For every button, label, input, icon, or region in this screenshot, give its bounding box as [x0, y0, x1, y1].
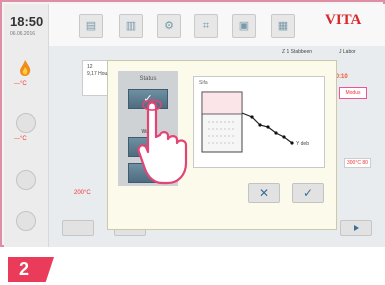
firing-curve-panel: Sifa Y deb	[193, 76, 325, 168]
flame-temp: ---°C	[14, 81, 27, 87]
lift-icon[interactable]	[16, 170, 36, 190]
bottom-temp: 200°C	[74, 190, 91, 196]
power-icon[interactable]	[16, 211, 36, 231]
confirm-button[interactable]: ✓	[292, 183, 324, 203]
info-icon[interactable]: ▦	[271, 14, 295, 38]
chart-icon[interactable]: ⌗	[194, 14, 218, 38]
chart-end-label: Y deb	[296, 141, 309, 147]
settings-icon[interactable]: ⚙	[157, 14, 181, 38]
brand-logo: VITA	[325, 12, 362, 28]
print-button[interactable]	[62, 220, 94, 236]
program-line-1: 12	[87, 64, 93, 70]
sidebar: 18:50 06.06.2016 ---°C ---°C	[4, 4, 49, 247]
play-button[interactable]	[340, 220, 372, 236]
vacuum-icon[interactable]	[16, 113, 36, 133]
firing-icon[interactable]: ▥	[119, 14, 143, 38]
app-screen: 18:50 06.06.2016 ---°C ---°C ▤ ▥ ⚙ ⌗ ▣ ▦…	[0, 0, 385, 247]
firing-curve	[201, 91, 294, 153]
header-info-1: Z 1 Stabbeen	[282, 49, 313, 55]
bottom-strip	[0, 247, 385, 285]
flame-icon[interactable]	[18, 59, 32, 77]
right-temp: 300°C 80	[344, 158, 371, 168]
mode-button[interactable]: Modus	[339, 87, 367, 99]
clock: 18:50	[10, 14, 44, 29]
header-info-2: J Labor	[339, 49, 356, 55]
vacuum-temp: ---°C	[14, 136, 27, 142]
program-list-icon[interactable]: ▤	[79, 14, 103, 38]
camera-icon[interactable]: ▣	[232, 14, 256, 38]
program-line-2: 9,17 Hou	[87, 71, 108, 77]
date: 06.06.2016	[10, 31, 36, 37]
status-label: Status	[139, 76, 157, 82]
cancel-button[interactable]: ✕	[248, 183, 280, 203]
touch-hand-icon	[137, 99, 188, 185]
